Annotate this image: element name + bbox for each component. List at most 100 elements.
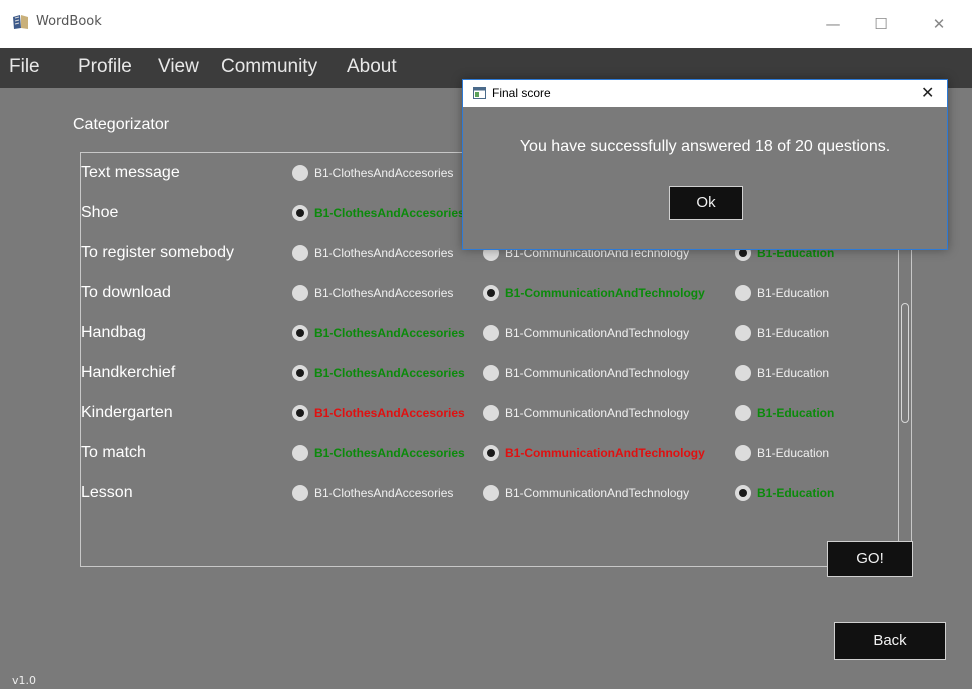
radio-selected-icon[interactable]: [735, 485, 751, 501]
category-option[interactable]: B1-Education: [735, 404, 834, 422]
category-option[interactable]: B1-ClothesAndAccesories: [292, 324, 465, 342]
menu-community[interactable]: Community: [221, 56, 317, 78]
menu-file[interactable]: File: [9, 56, 40, 78]
category-option-label: B1-Education: [757, 326, 830, 340]
category-option-label: B1-CommunicationAndTechnology: [505, 286, 705, 300]
category-option[interactable]: B1-CommunicationAndTechnology: [483, 364, 689, 382]
category-option[interactable]: B1-Education: [735, 284, 829, 302]
radio-unselected-icon[interactable]: [735, 285, 751, 301]
radio-unselected-icon[interactable]: [292, 485, 308, 501]
question-row: To match B1-ClothesAndAccesories B1-Commun…: [81, 433, 901, 473]
radio-selected-icon[interactable]: [292, 365, 308, 381]
section-title: Categorizator: [73, 116, 170, 133]
category-option-label: B1-CommunicationAndTechnology: [505, 366, 690, 380]
radio-selected-icon[interactable]: [483, 445, 499, 461]
radio-unselected-icon[interactable]: [292, 445, 308, 461]
radio-selected-icon[interactable]: [292, 405, 308, 421]
radio-unselected-icon[interactable]: [483, 365, 499, 381]
radio-unselected-icon[interactable]: [483, 485, 499, 501]
menu-profile[interactable]: Profile: [78, 56, 132, 78]
minimize-button[interactable]: —: [810, 8, 856, 40]
dialog-message: You have successfully answered 18 of 20 …: [519, 138, 891, 155]
category-option[interactable]: B1-ClothesAndAccesories: [292, 404, 465, 422]
question-row: Kindergarten B1-ClothesAndAccesories B1-Co…: [81, 393, 901, 433]
final-score-dialog: Final score ✕ You have successfully answ…: [462, 79, 948, 250]
category-option[interactable]: B1-CommunicationAndTechnology: [483, 444, 705, 462]
category-option-label: B1-ClothesAndAccesories: [314, 286, 454, 300]
category-option-label: B1-Education: [757, 366, 830, 380]
radio-unselected-icon[interactable]: [735, 405, 751, 421]
category-option-label: B1-ClothesAndAccesories: [314, 486, 454, 500]
ok-button[interactable]: Ok: [669, 186, 743, 220]
question-word: Text message: [81, 164, 180, 181]
category-option[interactable]: B1-ClothesAndAccesories: [292, 284, 453, 302]
question-row: Lesson B1-ClothesAndAccesories B1-Communic…: [81, 473, 901, 513]
radio-selected-icon[interactable]: [292, 325, 308, 341]
category-option-label: B1-CommunicationAndTechnology: [505, 446, 705, 460]
radio-unselected-icon[interactable]: [292, 165, 308, 181]
dialog-close-button[interactable]: ✕: [921, 83, 934, 102]
category-option-label: B1-ClothesAndAccesories: [314, 406, 465, 420]
question-word: Lesson: [81, 484, 133, 501]
category-option[interactable]: B1-CommunicationAndTechnology: [483, 404, 689, 422]
question-row: Handkerchief B1-ClothesAndAccesories B1-Co…: [81, 353, 901, 393]
category-option-label: B1-ClothesAndAccesories: [314, 206, 465, 220]
category-option-label: B1-Education: [757, 446, 830, 460]
category-option[interactable]: B1-ClothesAndAccesories: [292, 444, 465, 462]
window-title: WordBook: [36, 14, 102, 29]
category-option-label: B1-Education: [757, 286, 830, 300]
category-option[interactable]: B1-Education: [735, 444, 829, 462]
app-book-icon: [13, 15, 28, 29]
question-word: To match: [81, 444, 146, 461]
category-option[interactable]: B1-CommunicationAndTechnology: [483, 484, 689, 502]
dialog-window-icon: [473, 87, 486, 99]
menu-view[interactable]: View: [158, 56, 199, 78]
go-button[interactable]: GO!: [827, 541, 913, 577]
category-option[interactable]: B1-ClothesAndAccesories: [292, 364, 465, 382]
category-option-label: B1-ClothesAndAccesories: [314, 246, 454, 260]
question-row: Handbag B1-ClothesAndAccesories B1-Communi…: [81, 313, 901, 353]
question-word: Kindergarten: [81, 404, 173, 421]
category-option-label: B1-CommunicationAndTechnology: [505, 406, 690, 420]
radio-selected-icon[interactable]: [292, 205, 308, 221]
category-option[interactable]: B1-ClothesAndAccesories: [292, 484, 453, 502]
category-option-label: B1-CommunicationAndTechnology: [505, 486, 690, 500]
category-option-label: B1-ClothesAndAccesories: [314, 166, 454, 180]
radio-selected-icon[interactable]: [483, 285, 499, 301]
scrollbar-thumb[interactable]: [901, 303, 909, 423]
dialog-title-bar: Final score ✕: [463, 80, 947, 107]
radio-unselected-icon[interactable]: [735, 325, 751, 341]
radio-unselected-icon[interactable]: [483, 325, 499, 341]
category-option-label: B1-ClothesAndAccesories: [314, 326, 465, 340]
category-option[interactable]: B1-ClothesAndAccesories: [292, 164, 453, 182]
category-option-label: B1-ClothesAndAccesories: [314, 446, 465, 460]
maximize-button[interactable]: ☐: [858, 8, 904, 40]
question-word: To register somebody: [81, 244, 234, 261]
radio-unselected-icon[interactable]: [735, 445, 751, 461]
category-option[interactable]: B1-Education: [735, 484, 834, 502]
dialog-title: Final score: [492, 86, 551, 100]
back-button[interactable]: Back: [834, 622, 946, 660]
menu-about[interactable]: About: [347, 56, 397, 78]
question-word: To download: [81, 284, 171, 301]
category-option-label: B1-Education: [757, 406, 835, 420]
category-option-label: B1-CommunicationAndTechnology: [505, 326, 690, 340]
radio-unselected-icon[interactable]: [483, 405, 499, 421]
radio-unselected-icon[interactable]: [292, 245, 308, 261]
category-option[interactable]: B1-ClothesAndAccesories: [292, 244, 453, 262]
radio-unselected-icon[interactable]: [292, 285, 308, 301]
category-option-label: B1-ClothesAndAccesories: [314, 366, 465, 380]
question-row: To download B1-ClothesAndAccesories B1-Com…: [81, 273, 901, 313]
category-option[interactable]: B1-Education: [735, 364, 829, 382]
window-title-bar: WordBook — ☐ ✕: [0, 0, 972, 49]
question-word: Handbag: [81, 324, 146, 341]
category-option[interactable]: B1-CommunicationAndTechnology: [483, 324, 689, 342]
question-word: Shoe: [81, 204, 119, 221]
question-word: Handkerchief: [81, 364, 176, 381]
category-option[interactable]: B1-CommunicationAndTechnology: [483, 284, 705, 302]
close-window-button[interactable]: ✕: [916, 8, 962, 40]
category-option[interactable]: B1-ClothesAndAccesories: [292, 204, 465, 222]
category-option-label: B1-Education: [757, 486, 835, 500]
radio-unselected-icon[interactable]: [735, 365, 751, 381]
category-option[interactable]: B1-Education: [735, 324, 829, 342]
